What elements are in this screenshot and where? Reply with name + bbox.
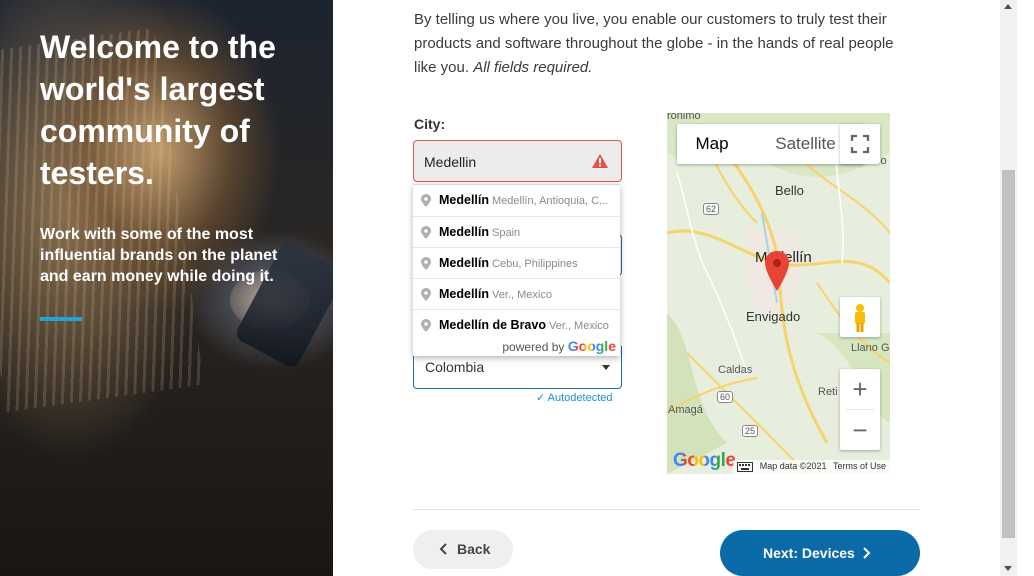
google-logo: Google [567,338,616,354]
map-label-bello: Bello [775,183,804,198]
chevron-left-icon [439,543,447,555]
autocomplete-item-secondary: Ver., Mexico [492,289,552,301]
map-data-label: Map data ©2021 [759,461,827,471]
page-scrollbar[interactable] [1000,0,1017,576]
hero-accent-bar [40,317,82,321]
map-footer: Google Map data ©2021 Terms of Use [667,450,890,474]
map-marker-icon [765,251,789,291]
zoom-in-button[interactable]: + [840,369,880,409]
fullscreen-icon [850,134,870,154]
autocomplete-item-main: Medellín [439,193,490,207]
city-label: City: [414,116,446,132]
right-gutter [1017,0,1034,576]
pegman-icon [855,304,865,332]
chevron-right-icon [863,547,871,559]
intro-text: By telling us where you live, you enable… [414,8,894,80]
zoom-control: + − [840,369,880,450]
hero-panel: Welcome to the world's largest community… [0,0,333,576]
autocomplete-item-main: Medellín [439,287,490,301]
fullscreen-button[interactable] [840,124,880,164]
powered-by-google: powered by Google [502,338,616,354]
next-devices-button[interactable]: Next: Devices [720,530,920,576]
warning-icon [592,154,608,168]
autocomplete-item-main: Medellín [439,225,490,239]
map-label-envigado: Envigado [746,309,801,324]
page: Welcome to the world's largest community… [0,0,1034,576]
location-pin-icon [421,226,431,239]
autocomplete-item-secondary: Cebu, Philippines [492,258,578,270]
autocomplete-item-main: Medellín de Bravo [439,318,546,332]
autocomplete-item-secondary: Ver., Mexico [548,320,609,332]
map-type-control: Map Satellite [677,124,864,164]
city-input[interactable] [424,152,584,172]
zoom-out-button[interactable]: − [840,410,880,450]
google-map-logo: Google [673,450,736,471]
map-label-caldas: Caldas [718,364,753,376]
map[interactable]: ronimo Girardo Bello 62 Medellín Envigad… [667,113,890,474]
autodetected-note: ✓ Autodetected [536,392,613,404]
autocomplete-item[interactable]: Medellín Spain [413,216,620,247]
autocomplete-item-secondary: Spain [492,227,521,239]
scroll-down-arrow-icon[interactable] [1004,566,1012,571]
map-label-llano: Llano G [851,342,890,354]
autocomplete-item-secondary: Medellín, Antioquia, C... [492,195,609,207]
autocomplete-item[interactable]: Medellín de Bravo Ver., Mexico [413,309,620,340]
location-pin-icon [421,194,431,207]
back-button[interactable]: Back [413,530,513,569]
back-button-label: Back [457,541,491,557]
autocomplete-dropdown: Medellín Medellín, Antioquia, C... Medell… [413,184,620,356]
autocomplete-item[interactable]: Medellín Medellín, Antioquia, C... [413,185,620,216]
autocomplete-item[interactable]: Medellín Ver., Mexico [413,278,620,309]
keyboard-icon[interactable] [737,461,754,472]
map-label-retiro: Reti [818,386,838,398]
map-type-map-button[interactable]: Map [677,124,747,164]
street-view-button[interactable] [840,297,880,337]
autocomplete-item-main: Medellín [439,256,490,270]
required-note: All fields required. [473,59,593,76]
location-pin-icon [421,257,431,270]
footer-divider [413,509,920,510]
autocomplete-item[interactable]: Medellín Cebu, Philippines [413,247,620,278]
country-value: Colombia [425,359,485,375]
map-label-route-25: 25 [742,425,759,437]
hero-title: Welcome to the world's largest community… [40,29,276,191]
scroll-up-arrow-icon[interactable] [1004,4,1012,9]
powered-by-label: powered by [502,340,565,354]
terms-of-use-link[interactable]: Terms of Use [833,461,886,471]
map-label-route-62: 62 [703,203,720,215]
location-pin-icon [421,319,431,332]
hero-subtitle: Work with some of the most influential b… [40,226,278,285]
scrollbar-thumb[interactable] [1002,170,1015,538]
map-label-top-left: ronimo [667,113,701,122]
map-label-route-60: 60 [717,391,734,403]
map-attribution: Map data ©2021 Terms of Use [733,460,890,474]
location-pin-icon [421,288,431,301]
next-button-label: Next: Devices [763,545,855,561]
city-field[interactable] [413,140,622,182]
chevron-down-icon [602,365,610,370]
map-label-amaga: Amagá [668,404,703,416]
